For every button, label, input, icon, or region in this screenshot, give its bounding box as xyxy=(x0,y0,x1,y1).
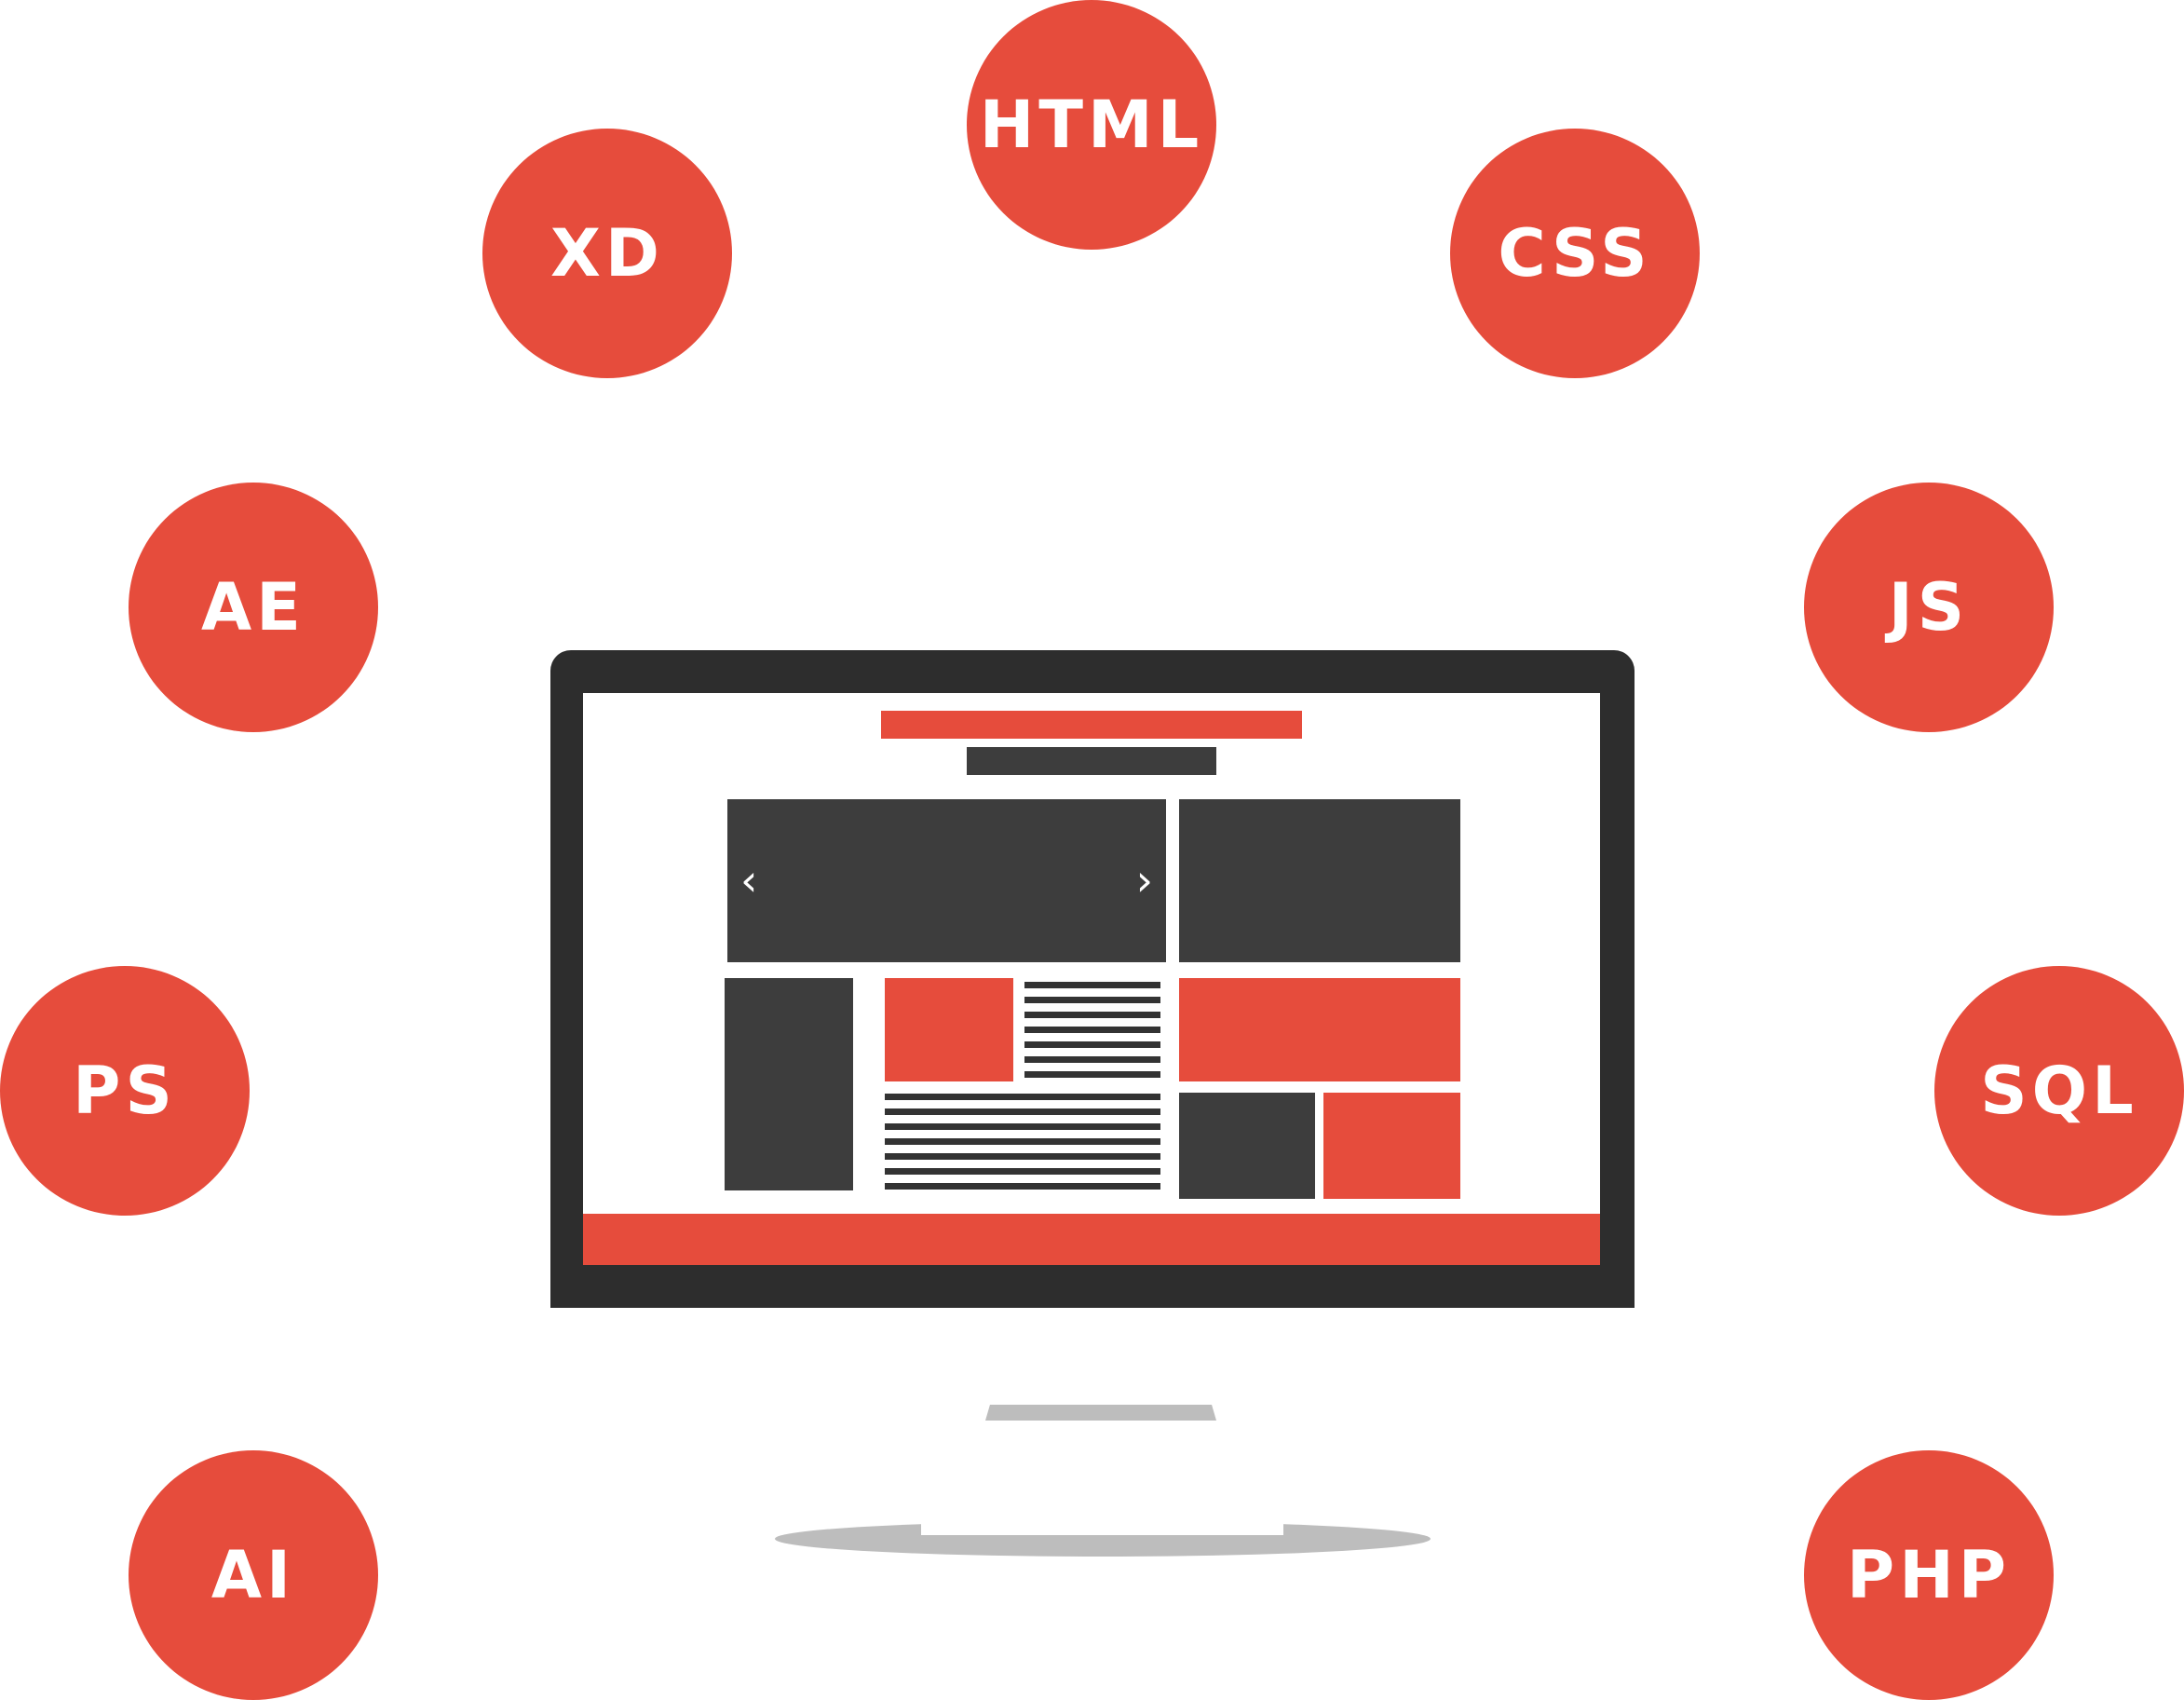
monitor-stand-base-notch xyxy=(921,1521,1283,1535)
badge-label-php: PHP xyxy=(1846,1537,2012,1613)
text-line xyxy=(1024,997,1160,1003)
site-footer-bar xyxy=(583,1214,1600,1265)
text-line xyxy=(885,1094,1160,1100)
text-line xyxy=(1024,1056,1160,1063)
article-image xyxy=(885,978,1013,1081)
text-line xyxy=(885,1123,1160,1130)
chevron-right-icon[interactable]: › xyxy=(1136,859,1153,902)
badge-label-css: CSS xyxy=(1498,215,1652,292)
badge-label-ae: AE xyxy=(201,569,305,646)
js-badge: JS xyxy=(1804,483,2054,732)
illustration-canvas: HTML XD CSS AE JS PS SQL AI PHP ‹ › xyxy=(0,0,2184,1700)
text-line xyxy=(885,1138,1160,1145)
text-line xyxy=(1024,1012,1160,1018)
text-line xyxy=(885,1108,1160,1115)
sql-badge: SQL xyxy=(1934,966,2184,1216)
badge-label-html: HTML xyxy=(979,87,1204,163)
css-badge: CSS xyxy=(1450,129,1700,378)
text-line xyxy=(1024,1027,1160,1033)
ai-badge: AI xyxy=(129,1450,378,1700)
chevron-left-icon[interactable]: ‹ xyxy=(740,859,757,902)
thumb-block-dark xyxy=(1179,1093,1315,1199)
text-line xyxy=(885,1183,1160,1190)
feature-block xyxy=(1179,978,1460,1081)
badge-label-xd: XD xyxy=(549,215,665,292)
badge-label-sql: SQL xyxy=(1980,1053,2138,1129)
php-badge: PHP xyxy=(1804,1450,2054,1700)
html-badge: HTML xyxy=(967,0,1216,250)
badge-label-js: JS xyxy=(1888,569,1970,646)
text-line xyxy=(1024,982,1160,988)
ps-badge: PS xyxy=(0,966,250,1216)
thumb-block-red xyxy=(1323,1093,1460,1199)
monitor-stand-neck xyxy=(985,1405,1216,1421)
text-line xyxy=(885,1168,1160,1175)
site-header-bar xyxy=(881,711,1302,739)
xd-badge: XD xyxy=(482,129,732,378)
sidebar-block xyxy=(725,978,853,1190)
text-line xyxy=(1024,1041,1160,1048)
badge-label-ps: PS xyxy=(73,1053,177,1129)
monitor-screen: ‹ › xyxy=(583,693,1600,1265)
ae-badge: AE xyxy=(129,483,378,732)
side-banner xyxy=(1179,799,1460,962)
site-subheader-bar xyxy=(967,747,1216,775)
image-slider: ‹ › xyxy=(727,799,1166,962)
badge-label-ai: AI xyxy=(210,1537,296,1613)
text-line xyxy=(885,1153,1160,1160)
text-line xyxy=(1024,1071,1160,1078)
